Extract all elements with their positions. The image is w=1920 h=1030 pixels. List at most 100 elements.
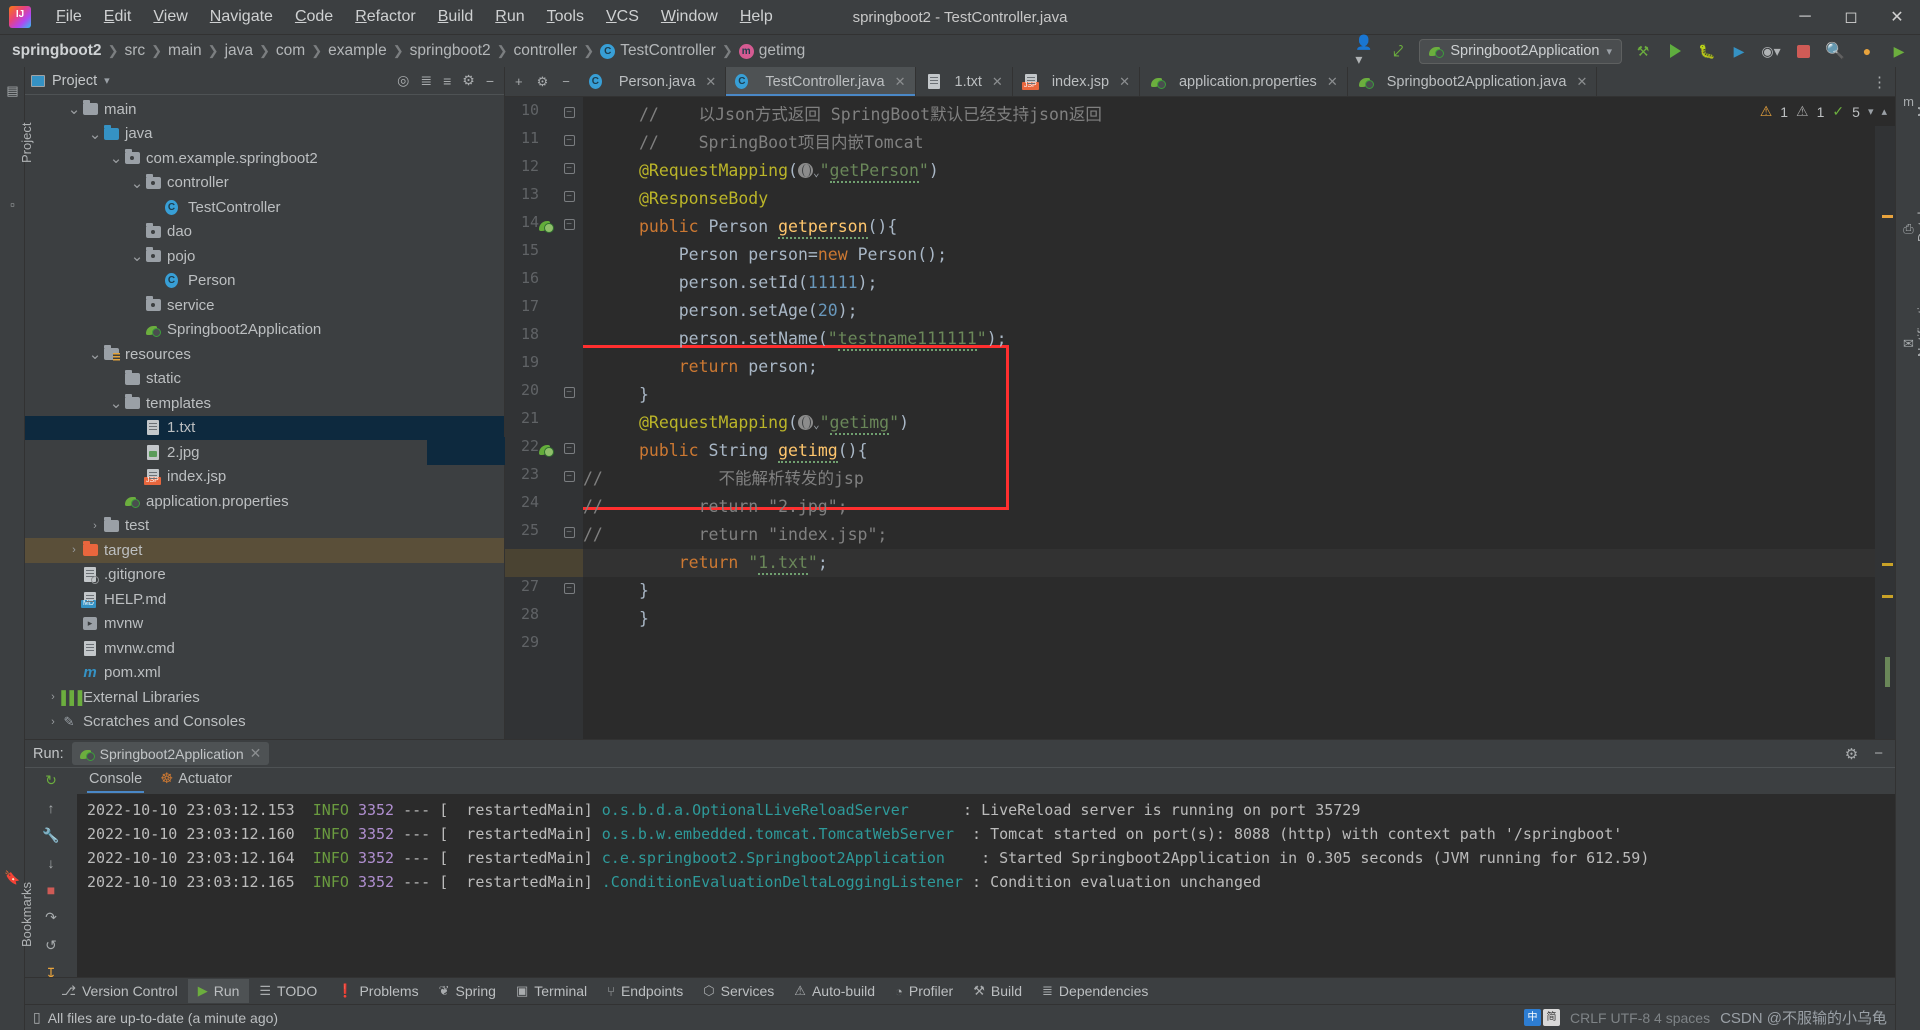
code-line[interactable]: // return "2.jpg"; [583,493,848,521]
code-line[interactable]: } [583,605,649,633]
editor-tabs-overflow[interactable]: ⋮ [1872,67,1895,96]
tool-window-problems[interactable]: ❗ Problems [327,979,428,1003]
tree-node-testcontroller[interactable]: C TestController [25,195,504,220]
add-icon[interactable]: + [515,74,523,89]
run-config-tab[interactable]: Springboot2Application ✕ [71,742,270,765]
editor-tab-1-txt[interactable]: 1.txt ✕ [916,67,1013,96]
menu-bar[interactable]: File Edit View Navigate Code Refactor Build Run… [45,5,784,29]
editor-tab-testcontroller-java[interactable]: C TestController.java ✕ [726,67,916,96]
tool-window-todo[interactable]: ☰ TODO [249,979,327,1003]
code-line[interactable]: } [583,577,649,605]
tool-window-terminal[interactable]: ▣ Terminal [506,979,597,1003]
code-line[interactable]: @RequestMapping(⌄"getimg") [583,409,909,437]
tree-node-java[interactable]: ⌄ java [25,122,504,147]
account-icon[interactable]: 👤▾ [1355,34,1377,67]
code-line[interactable]: return person; [583,353,818,381]
maximize-button[interactable]: ◻ [1828,0,1874,35]
tree-node-springboot2application[interactable]: Springboot2Application [25,318,504,343]
soft-wrap-icon[interactable]: ↷ [40,909,62,926]
editor-tabs[interactable]: + ⚙ − C Person.java ✕ C TestController.java ✕… [505,67,1895,97]
close-icon[interactable]: ✕ [250,745,262,762]
debug-icon[interactable]: 🐛 [1696,40,1718,62]
tool-window-build[interactable]: ⚒ Build [963,979,1032,1003]
project-tree[interactable]: ⌄ main ⌄ java ⌄ com.example.springboot2 ⌄ contr… [25,95,504,739]
menu-vcs[interactable]: VCS [595,5,650,29]
editor-status-info[interactable]: CRLF UTF-8 4 spaces [1570,1010,1710,1026]
minimize-button[interactable]: ─ [1782,0,1828,35]
chevron-down-icon[interactable]: ⌄ [109,394,123,412]
chevron-down-icon[interactable]: ▾ [1868,105,1874,118]
breadcrumb-main[interactable]: main [168,42,202,60]
close-icon[interactable]: ✕ [705,74,716,90]
chevron-down-icon[interactable]: ▾ [104,74,110,87]
editor-gutter[interactable]: 10 − 11 − 12 − 13 − 14 − 15 16 17 18 19 20 − 21 22 − 23 − 24 25… [427,97,583,739]
menu-build[interactable]: Build [427,5,485,29]
editor-tab-index-jsp[interactable]: JSP index.jsp ✕ [1013,67,1140,96]
tree-node-templates[interactable]: ⌄ templates [25,391,504,416]
run-icon[interactable] [1664,40,1686,62]
restart-icon[interactable]: ↺ [40,937,62,954]
rail-bookmarks[interactable]: Bookmarks [19,882,34,947]
ide-run-icon[interactable]: ▶ [1888,40,1910,62]
rerun-icon[interactable]: ↻ [40,772,62,789]
menu-file[interactable]: File [45,5,93,29]
console-tab-actuator[interactable]: ☸ Actuator [160,771,232,791]
tree-node-dao[interactable]: dao [25,220,504,245]
editor-tab-application-properties[interactable]: application.properties ✕ [1140,67,1348,96]
chevron-down-icon[interactable]: ⌄ [813,166,820,179]
tree-node-person[interactable]: C Person [25,269,504,294]
profiler-icon[interactable]: ⤦ [1387,40,1409,62]
search-icon[interactable]: 🔍 [1824,40,1846,62]
breadcrumb-com[interactable]: com [276,42,305,60]
code-line[interactable]: } [583,381,649,409]
tree-node-application-properties[interactable]: application.properties [25,489,504,514]
breadcrumb[interactable]: springboot2 ❯ src ❯ main ❯ java ❯ com ❯ example ❯ sp… [12,42,805,60]
tree-node-test[interactable]: › test [25,514,504,539]
tree-node-static[interactable]: static [25,367,504,392]
code-line[interactable]: // 以Json方式返回 SpringBoot默认已经支持json返回 [583,101,1102,129]
tree-node-controller[interactable]: ⌄ controller [25,171,504,196]
collapse-all-icon[interactable]: ≡ [443,73,451,89]
tool-window-run[interactable]: ▶ Run [187,979,250,1003]
chevron-down-icon[interactable]: ⌄ [67,100,81,118]
gear-icon[interactable]: ⚙ [537,74,549,90]
tool-window-auto-build[interactable]: ⚠ Auto-build [784,979,885,1003]
menu-window[interactable]: Window [650,5,729,29]
web-mapping-icon[interactable] [797,415,813,430]
code-line[interactable]: person.setId(11111); [583,269,878,297]
gear-icon[interactable]: ⚙ [1845,745,1858,763]
tree-node-main[interactable]: ⌄ main [25,97,504,122]
code-fold-icon[interactable]: − [563,162,575,174]
menu-navigate[interactable]: Navigate [199,5,284,29]
profile-icon[interactable]: ◉▾ [1760,40,1782,62]
tree-node-mvnw[interactable]: ▸ mvnw [25,612,504,637]
rail-project-icon[interactable]: ▤ [0,79,25,103]
menu-refactor[interactable]: Refactor [344,5,426,29]
code-fold-icon[interactable]: − [563,582,575,594]
tree-node--gitignore[interactable]: .gitignore [25,563,504,588]
chevron-right-icon[interactable]: › [46,716,60,728]
update-icon[interactable]: ● [1856,40,1878,62]
locate-icon[interactable]: ◎ [397,72,409,89]
rail-notifications-icon[interactable]: ✉ [1896,332,1920,356]
tree-node-help-md[interactable]: MD HELP.md [25,587,504,612]
tree-node-index-jsp[interactable]: JSP index.jsp [25,465,504,490]
tool-window-bar[interactable]: ⎇ Version Control ▶ Run ☰ TODO ❗ Problems ❦ Sprin… [25,977,1895,1004]
stop-icon[interactable] [1792,40,1814,62]
tree-node-service[interactable]: service [25,293,504,318]
coverage-icon[interactable]: ▶ [1728,40,1750,62]
editor-tab-springboot2application-java[interactable]: Springboot2Application.java ✕ [1348,67,1598,96]
menu-help[interactable]: Help [729,5,784,29]
run-endpoint-gutter-icon[interactable] [539,443,554,458]
console-output[interactable]: 2022-10-10 23:03:12.153 INFO 3352 --- [ … [77,794,1895,977]
code-content[interactable]: // 以Json方式返回 SpringBoot默认已经支持json返回// Sp… [583,97,1875,739]
menu-edit[interactable]: Edit [93,5,143,29]
chevron-down-icon[interactable]: ⌄ [88,125,102,143]
close-button[interactable]: ✕ [1874,0,1920,35]
breadcrumb-springboot2[interactable]: springboot2 [410,42,491,60]
chevron-up-icon[interactable]: ▴ [1881,105,1887,118]
console-tabs[interactable]: Console ☸ Actuator [77,768,1895,794]
code-fold-icon[interactable]: − [563,190,575,202]
close-icon[interactable]: ✕ [895,74,906,90]
inspection-summary[interactable]: ⚠ 1 ⚠ 1 ✓ 5 ▾ ▴ [1751,97,1895,126]
